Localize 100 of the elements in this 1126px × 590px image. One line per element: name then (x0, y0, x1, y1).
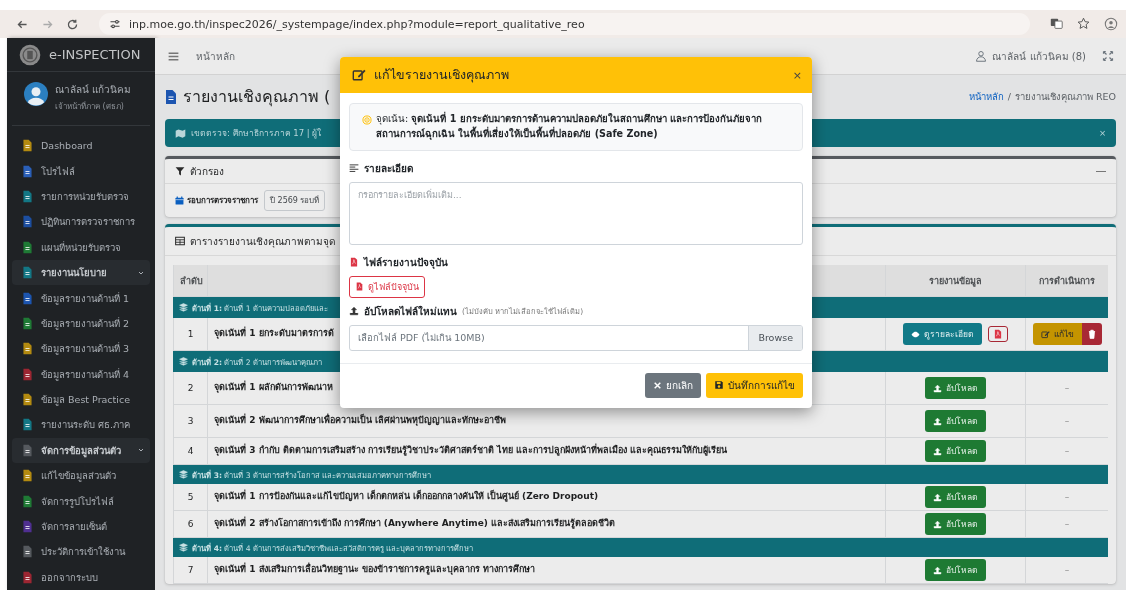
table-cell: 6 (173, 511, 207, 537)
profile-icon[interactable] (1104, 17, 1118, 31)
close-button[interactable]: × (1098, 128, 1106, 138)
table-cell: 3 (173, 405, 207, 437)
breadcrumb-link[interactable]: หน้าหลัก (968, 91, 1004, 102)
translate-icon[interactable] (1050, 17, 1063, 30)
sidebar-item[interactable]: Dashboard (12, 133, 150, 159)
upload-button[interactable]: อัปโหลด (925, 440, 986, 462)
app-title: e-INSPECTION (49, 47, 141, 62)
empty-value: – (1064, 416, 1070, 426)
document-icon (163, 88, 179, 105)
layers-icon (179, 357, 188, 366)
round-select[interactable]: ปี 2569 รอบที่ (264, 190, 326, 211)
star-icon[interactable] (1077, 17, 1090, 30)
upload-icon (933, 492, 942, 502)
table-cell: 1 (173, 318, 207, 350)
table-cell: 4 (173, 438, 207, 464)
field-label: รอบการตรวจราชการ (187, 195, 258, 207)
empty-value: – (1064, 492, 1070, 502)
card-title: ตัวกรอง (190, 164, 224, 179)
edit-icon (352, 68, 366, 82)
table-cell: 2 (173, 372, 207, 404)
sidebar-item[interactable]: รายงานนโยบาย (12, 259, 150, 286)
save-button[interactable]: บันทึกการแก้ไข (706, 372, 803, 398)
upload-button[interactable]: อัปโหลด (925, 410, 986, 432)
cancel-button[interactable]: ยกเลิก (645, 372, 701, 398)
sidebar-item[interactable]: ข้อมูลรายงานด้านที่ 4 (12, 361, 150, 387)
table-cell: จุดเน้นที่ 1 ส่งเสริมการเลื่อนวิทยฐานะ ของข้าราชการครูและบุคลากร ทางการศึกษา (207, 557, 885, 583)
table-cell: 5 (173, 484, 207, 510)
browse-button[interactable]: Browse (748, 325, 802, 350)
sidebar-item[interactable]: จัดการลายเซ็นต์ (12, 513, 150, 540)
logo-icon (19, 43, 41, 66)
table-cell: 7 (173, 557, 207, 583)
map-icon (175, 127, 186, 139)
target-icon (362, 115, 372, 125)
delete-button[interactable] (1081, 323, 1102, 345)
field-label: ไฟล์รายงานปัจจุบัน (364, 255, 448, 270)
sidebar-item[interactable]: ข้อมูลรายงานด้านที่ 1 (12, 285, 150, 311)
page-title: รายงานเชิงคุณภาพ ( (183, 86, 331, 109)
sidebar-item[interactable]: ข้อมูล Best Practice (12, 386, 150, 413)
filter-icon (175, 166, 185, 176)
pdf-button[interactable] (988, 326, 1008, 342)
field-label: รายละเอียด (364, 161, 413, 176)
sidebar-item[interactable]: ประวัติการเข้าใช้งาน (12, 539, 150, 565)
upload-button[interactable]: อัปโหลด (925, 377, 986, 399)
sidebar-item[interactable]: ข้อมูลรายงานด้านที่ 3 (12, 336, 150, 362)
layers-icon (179, 470, 188, 479)
breadcrumb-current: รายงานเชิงคุณภาพ REO (1014, 91, 1116, 102)
fullscreen-icon[interactable] (1102, 50, 1114, 62)
close-icon (653, 380, 662, 390)
upload-button[interactable]: อัปโหลด (925, 559, 986, 581)
breadcrumb-separator: / (1007, 91, 1011, 102)
file-input[interactable]: เลือกไฟล์ PDF (ไม่เกิน 10MB) Browse (349, 324, 803, 351)
table-cell: จุดเน้นที่ 3 กำกับ ติดตามการเสริมสร้าง การเรียนรู้วิชาประวัติศาสตร์ชาติ ไทย และการปลูกฝังหน้าที่พลเมือง และคุณธรรมให้กับผู้เรียน (207, 438, 885, 464)
close-button[interactable]: × (792, 68, 802, 82)
layers-icon (179, 303, 188, 312)
table-cell: จุดเน้นที่ 2 สร้างโอกาสการเข้าถึง การศึกษา (Anywhere Anytime) และส่งเสริมการเรียนรู้ตลอดชีวิต (207, 511, 885, 537)
empty-value: – (1064, 383, 1070, 393)
layers-icon (179, 543, 188, 552)
align-left-icon (349, 163, 359, 174)
upload-icon (933, 446, 942, 456)
sidebar-item[interactable]: ปฏิทินการตรวจราชการ (12, 209, 150, 235)
calendar-icon (175, 196, 184, 205)
upload-icon (933, 565, 942, 575)
upload-button[interactable]: อัปโหลด (925, 513, 986, 535)
edit-button[interactable]: แก้ไข (1032, 323, 1082, 345)
sidebar-item[interactable]: รายการหน่วยรับตรวจ (12, 183, 150, 210)
user-icon (975, 50, 988, 62)
empty-value: – (1064, 519, 1070, 529)
address-bar[interactable]: inp.moe.go.th/inspec2026/_systempage/index.php?module=report_qualitative_reo (99, 13, 1030, 35)
modal-title: แก้ไขรายงานเชิงคุณภาพ (374, 66, 509, 85)
user-name: ณาลัลน์ แก้วนิคม (55, 83, 132, 97)
view-file-button[interactable]: ดูไฟล์ปัจจุบัน (349, 275, 425, 298)
reload-icon[interactable] (66, 17, 79, 31)
home-link[interactable]: หน้าหลัก (196, 48, 235, 64)
sidebar-item[interactable]: แก้ไขข้อมูลส่วนตัว (12, 463, 150, 489)
sidebar-item[interactable]: ข้อมูลรายงานด้านที่ 2 (12, 310, 150, 337)
site-settings-icon[interactable] (109, 18, 121, 30)
sidebar-item[interactable]: จัดการข้อมูลส่วนตัว (12, 437, 150, 464)
upload-icon (349, 306, 359, 317)
eye-icon (911, 329, 920, 339)
column-header: การดำเนินการ (1025, 265, 1108, 296)
pdf-icon (993, 329, 1003, 339)
sidebar-item[interactable]: จัดการรูปโปรไฟล์ (12, 488, 150, 514)
card-title: ตารางรายงานเชิงคุณภาพตามจุด (190, 234, 335, 249)
sidebar-item[interactable]: แผนที่หน่วยรับตรวจ (12, 234, 150, 260)
banner-text: เขตตรวจ: ศึกษาธิการภาค 17 | ผู้ใ (191, 127, 322, 140)
upload-icon (933, 383, 942, 393)
table-cell: จุดเน้นที่ 1 การป้องกันและแก้ไขปัญหา เด็กตกหล่น เด็กออกกลางคันให้ เป็นศูนย์ (Zero Dropout) (207, 484, 885, 510)
url-text: inp.moe.go.th/inspec2026/_systempage/index.php?module=report_qualitative_reo (129, 17, 585, 31)
column-header: ลำดับ (173, 265, 207, 296)
sidebar-item[interactable]: โปรไฟล์ (12, 158, 150, 184)
user-menu[interactable]: ณาลัลน์ แก้วนิคม (8) (975, 48, 1086, 64)
upload-button[interactable]: อัปโหลด (925, 486, 986, 508)
view-details-button[interactable]: ดูรายละเอียด (903, 323, 982, 345)
edit-icon (1040, 329, 1050, 339)
empty-value: – (1064, 565, 1070, 575)
pdf-icon (349, 257, 359, 268)
sidebar-item[interactable]: รายงานระดับ ศธ.ภาค (12, 412, 150, 438)
sidebar-item[interactable]: ออกจากระบบ (12, 564, 150, 590)
